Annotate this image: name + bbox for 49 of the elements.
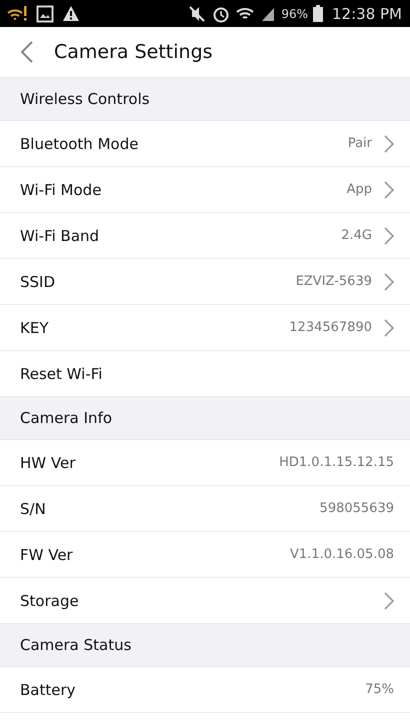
- settings-row[interactable]: SSID EZVIZ-5639: [0, 259, 410, 305]
- page-title: Camera Settings: [54, 41, 213, 63]
- row-label: Reset Wi-Fi: [20, 364, 104, 382]
- row-label: KEY: [20, 318, 50, 336]
- row-label: HW Ver: [20, 454, 76, 472]
- row-value: HD1.0.1.15.12.15: [279, 455, 394, 470]
- section-title: Camera Info: [20, 409, 112, 427]
- chevron-icon: [384, 318, 394, 336]
- row-label: FW Ver: [20, 546, 74, 564]
- row-value: EZVIZ-5639: [296, 274, 372, 289]
- section-title: Wireless Controls: [20, 90, 150, 108]
- chevron-icon: [384, 272, 394, 290]
- row-label: Battery: [20, 680, 77, 698]
- battery-icon: [313, 5, 324, 22]
- row-label: S/N: [20, 500, 47, 518]
- settings-row[interactable]: KEY 1234567890: [0, 305, 410, 351]
- settings-row[interactable]: S/N 598055639: [0, 486, 410, 532]
- row-label: SSID: [20, 272, 56, 290]
- row-value: 2.4G: [341, 228, 372, 243]
- settings-row[interactable]: Wi-Fi Mode App: [0, 167, 410, 213]
- battery-percent: 96%: [281, 6, 308, 20]
- chevron-icon: [384, 180, 394, 198]
- settings-row[interactable]: FW Ver V1.1.0.16.05.08: [0, 532, 410, 578]
- row-label: Wi-Fi Band: [20, 226, 100, 244]
- settings-row[interactable]: Wi-Fi Band 2.4G: [0, 213, 410, 259]
- row-value: 75%: [365, 682, 394, 697]
- image-icon: [36, 4, 54, 22]
- chevron-icon: [384, 592, 394, 610]
- warning-icon: [62, 5, 80, 22]
- clock: 12:38 PM: [332, 4, 402, 22]
- row-label: Wi-Fi Mode: [20, 180, 102, 198]
- row-value: App: [346, 182, 372, 197]
- settings-row[interactable]: Battery 75%: [0, 667, 410, 713]
- back-icon[interactable]: [20, 40, 34, 64]
- settings-row[interactable]: Bluetooth Mode Pair: [0, 121, 410, 167]
- chevron-icon: [384, 226, 394, 244]
- signal-icon: [260, 6, 276, 22]
- chevron-icon: [384, 134, 394, 152]
- row-value: 598055639: [320, 501, 394, 516]
- row-label: Storage: [20, 592, 80, 610]
- row-value: 1234567890: [289, 320, 372, 335]
- section-title: Camera Status: [20, 636, 132, 654]
- mute-icon: [187, 4, 208, 22]
- settings-row[interactable]: HW Ver HD1.0.1.15.12.15: [0, 440, 410, 486]
- row-value: Pair: [348, 136, 372, 151]
- wifi-warning-icon: [6, 4, 28, 24]
- row-label: Bluetooth Mode: [20, 134, 140, 152]
- alarm-icon: [212, 4, 230, 22]
- row-value: V1.1.0.16.05.08: [290, 547, 394, 562]
